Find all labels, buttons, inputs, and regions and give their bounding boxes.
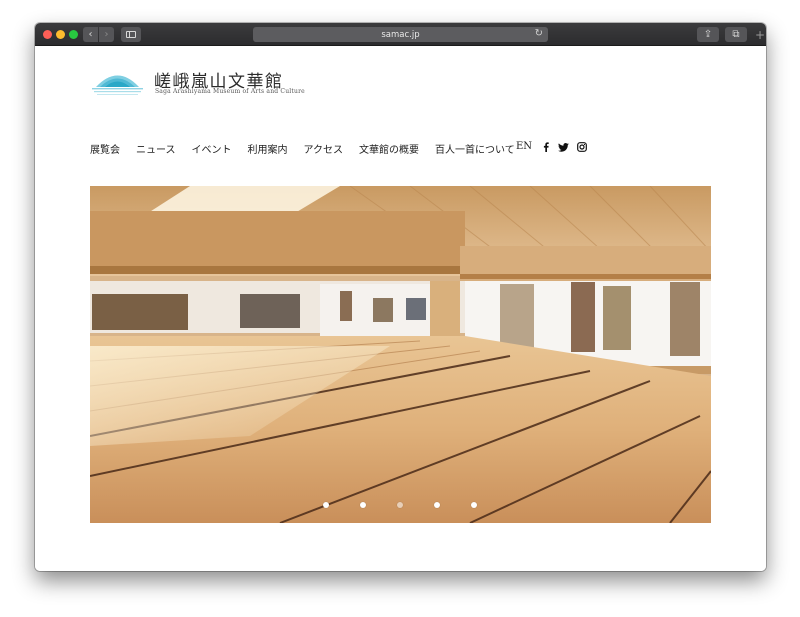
address-bar[interactable]: samac.jp ↻ <box>253 27 548 42</box>
plus-icon: + <box>754 27 766 42</box>
minimize-window-button[interactable] <box>56 30 65 39</box>
browser-toolbar: ‹ › samac.jp ↻ ⇪ ⧉ + <box>35 23 766 46</box>
slider-dot-5[interactable] <box>471 502 477 508</box>
main-nav: 展覧会 ニュース イベント 利用案内 アクセス 文華館の概要 百人一首について <box>90 141 531 156</box>
hero-slide-image <box>90 186 711 523</box>
nav-item-about[interactable]: 文華館の概要 <box>359 141 419 156</box>
facebook-icon[interactable] <box>540 141 551 153</box>
reload-icon[interactable]: ↻ <box>535 28 543 39</box>
hero-slider[interactable] <box>90 186 711 523</box>
instagram-icon[interactable] <box>576 141 587 153</box>
chevron-right-icon: › <box>104 29 109 40</box>
slider-dot-2[interactable] <box>360 502 366 508</box>
back-button[interactable]: ‹ <box>83 27 98 42</box>
browser-window: ‹ › samac.jp ↻ ⇪ ⧉ + 嵯峨嵐山文華館 Saga Arashi… <box>35 23 766 571</box>
sidebar-toggle-button[interactable] <box>121 27 141 42</box>
show-tabs-button[interactable]: ⧉ <box>725 27 747 42</box>
sidebar-icon <box>126 31 136 38</box>
chevron-left-icon: ‹ <box>88 29 93 40</box>
nav-item-events[interactable]: イベント <box>192 141 232 156</box>
slider-dot-4[interactable] <box>434 502 440 508</box>
share-button[interactable]: ⇪ <box>697 27 719 42</box>
nav-item-hyakunin-isshu[interactable]: 百人一首について <box>435 141 515 156</box>
tabs-icon: ⧉ <box>732 29 740 40</box>
site-subtitle: Saga Arashiyama Museum of Arts and Cultu… <box>155 88 305 95</box>
zoom-window-button[interactable] <box>69 30 78 39</box>
slider-pagination <box>90 502 711 510</box>
nav-item-exhibitions[interactable]: 展覧会 <box>90 141 120 156</box>
forward-button[interactable]: › <box>99 27 114 42</box>
share-icon: ⇪ <box>703 29 713 40</box>
web-page: 嵯峨嵐山文華館 Saga Arashiyama Museum of Arts a… <box>35 46 766 571</box>
nav-item-access[interactable]: アクセス <box>304 141 344 156</box>
url-text: samac.jp <box>381 29 420 40</box>
twitter-icon[interactable] <box>558 141 569 153</box>
slider-dot-3-active[interactable] <box>397 502 403 508</box>
slider-dot-1[interactable] <box>323 502 329 508</box>
museum-logo-icon[interactable] <box>90 68 145 98</box>
new-tab-button[interactable]: + <box>754 27 766 42</box>
language-switch-en[interactable]: EN <box>516 141 532 152</box>
close-window-button[interactable] <box>43 30 52 39</box>
nav-item-visitor-info[interactable]: 利用案内 <box>248 141 288 156</box>
nav-item-news[interactable]: ニュース <box>136 141 176 156</box>
